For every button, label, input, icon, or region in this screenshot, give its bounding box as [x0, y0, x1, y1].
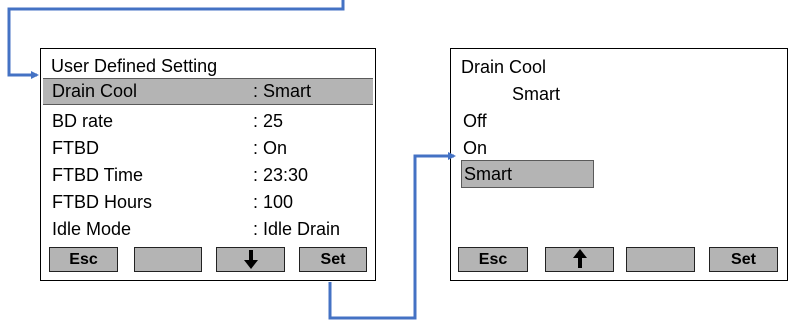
flow-connectors	[7, 0, 456, 320]
connector-set-to-options	[328, 152, 456, 320]
connector-from-top	[7, 0, 345, 79]
